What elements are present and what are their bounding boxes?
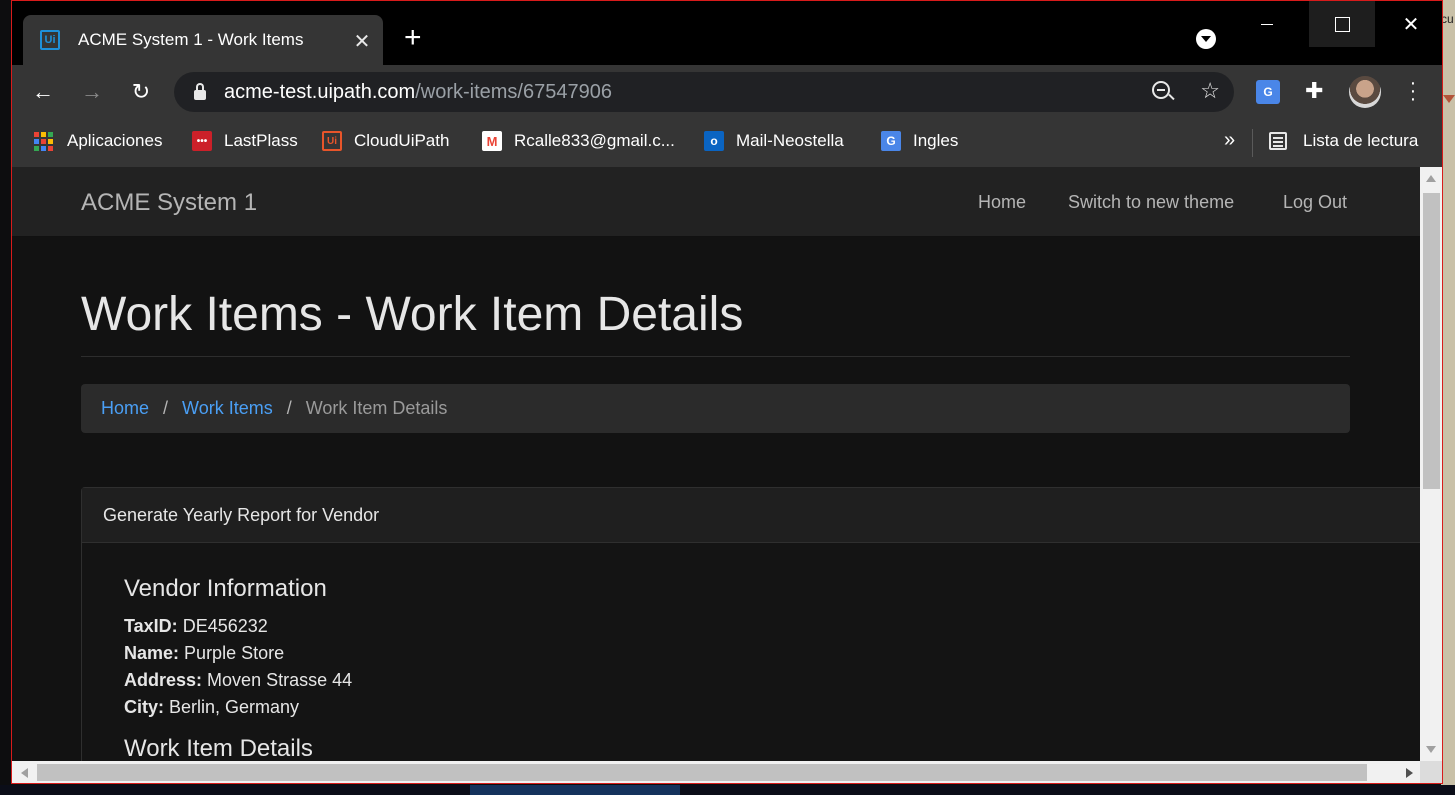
breadcrumb-work-items-link[interactable]: Work Items [182, 398, 273, 419]
bookmark-aplicaciones[interactable]: Aplicaciones [34, 131, 162, 151]
new-tab-plus-icon[interactable]: + [404, 23, 422, 53]
bookmark-gmail[interactable]: M Rcalle833@gmail.c... [482, 131, 675, 151]
nav-logout-link[interactable]: Log Out [1283, 192, 1347, 213]
title-divider [81, 356, 1350, 357]
card-body: Vendor Information TaxID: DE456232 Name:… [82, 575, 1420, 761]
bookmarks-overflow-chevron-icon[interactable]: » [1224, 129, 1235, 152]
browser-menu-kebab-icon[interactable]: · · · [1407, 73, 1419, 109]
tab-title: ACME System 1 - Work Items [78, 30, 304, 49]
lastpass-icon: ••• [192, 131, 212, 151]
field-value: DE456232 [182, 616, 268, 636]
address-bar[interactable]: acme-test.uipath.com/work-items/67547906… [174, 72, 1234, 112]
bookmark-ingles[interactable]: G Ingles [881, 131, 958, 151]
vendor-name: Name: Purple Store [124, 640, 1400, 667]
vendor-taxid: TaxID: DE456232 [124, 613, 1400, 640]
minimize-icon [1261, 23, 1273, 25]
breadcrumb-separator: / [286, 398, 292, 418]
horizontal-scroll-thumb[interactable] [37, 764, 1367, 781]
breadcrumb-home-link[interactable]: Home [101, 398, 149, 419]
window-close-button[interactable]: ✕ [1378, 1, 1442, 47]
lock-icon[interactable] [194, 83, 206, 100]
browser-toolbar: ← → ↻ acme-test.uipath.com/work-items/67… [12, 65, 1442, 119]
apps-grid-icon [34, 131, 53, 151]
card-header: Generate Yearly Report for Vendor [82, 488, 1420, 543]
bookmarks-bar: Aplicaciones ••• LastPlass Ui CloudUiPat… [12, 119, 1442, 167]
field-label: City: [124, 697, 164, 717]
forward-arrow-icon[interactable]: → [78, 79, 106, 105]
tab-search-icon[interactable] [1196, 29, 1216, 49]
tab-acme-work-items[interactable]: Ui ACME System 1 - Work Items ✕ [23, 15, 383, 65]
scroll-up-arrow-icon[interactable] [1426, 175, 1436, 182]
breadcrumb: Home / Work Items / Work Item Details [81, 384, 1350, 433]
reading-list-icon [1269, 132, 1287, 150]
url-text[interactable]: acme-test.uipath.com/work-items/67547906 [224, 81, 612, 104]
scroll-right-arrow-icon[interactable] [1406, 768, 1413, 778]
window-minimize-button[interactable] [1234, 1, 1300, 47]
google-translate-extension-icon[interactable]: G [1256, 80, 1280, 104]
vendor-city: City: Berlin, Germany [124, 694, 1400, 721]
profile-avatar[interactable] [1349, 76, 1381, 108]
desktop-chevron-icon [1443, 95, 1455, 103]
reload-icon[interactable]: ↻ [127, 79, 155, 105]
tab-close-icon[interactable]: ✕ [351, 29, 373, 54]
bookmark-label: CloudUiPath [354, 131, 450, 150]
field-value: Moven Strasse 44 [207, 670, 353, 690]
bookmark-label: LastPlass [224, 131, 298, 150]
site-brand[interactable]: ACME System 1 [81, 189, 257, 217]
reading-list-button[interactable]: Lista de lectura [1269, 131, 1418, 151]
scroll-down-arrow-icon[interactable] [1426, 746, 1436, 753]
bookmark-label: Mail-Neostella [736, 131, 844, 150]
page-viewport: ACME System 1 Home Switch to new theme L… [12, 167, 1420, 761]
horizontal-scrollbar[interactable] [12, 761, 1420, 783]
bookmark-label: Ingles [913, 131, 959, 150]
scrollbar-corner [1420, 761, 1442, 783]
window-maximize-button[interactable] [1309, 1, 1375, 47]
extensions-puzzle-icon[interactable]: ✚ [1305, 78, 1323, 104]
bookmark-clouduipath[interactable]: Ui CloudUiPath [322, 131, 449, 151]
maximize-icon [1334, 16, 1350, 32]
google-translate-icon: G [881, 131, 901, 151]
desktop-background: cu [1441, 0, 1455, 795]
field-value: Purple Store [184, 643, 285, 663]
field-value: Berlin, Germany [169, 697, 300, 717]
nav-home-link[interactable]: Home [978, 192, 1026, 213]
reading-list-label: Lista de lectura [1303, 131, 1419, 150]
site-navbar: ACME System 1 Home Switch to new theme L… [12, 167, 1420, 237]
url-path: /work-items/67547906 [415, 80, 612, 103]
gmail-icon: M [482, 131, 502, 151]
field-label: Name: [124, 643, 180, 663]
zoom-out-icon[interactable] [1152, 81, 1170, 99]
breadcrumb-separator: / [163, 398, 169, 418]
vertical-scroll-thumb[interactable] [1423, 193, 1440, 489]
field-label: Address: [124, 670, 203, 690]
uipath-icon: Ui [322, 131, 342, 151]
vendor-address: Address: Moven Strasse 44 [124, 667, 1400, 694]
desktop-wallpaper-patch [470, 785, 680, 795]
vertical-scrollbar[interactable] [1420, 167, 1442, 761]
field-label: TaxID: [124, 616, 178, 636]
tab-strip: Ui ACME System 1 - Work Items ✕ + ✕ [12, 1, 1442, 65]
bookmark-mail-neostella[interactable]: o Mail-Neostella [704, 131, 844, 151]
scroll-left-arrow-icon[interactable] [21, 768, 28, 778]
nav-switch-theme-link[interactable]: Switch to new theme [1068, 192, 1234, 213]
outlook-icon: o [704, 131, 724, 151]
back-arrow-icon[interactable]: ← [29, 79, 57, 105]
url-host: acme-test.uipath.com [224, 80, 416, 103]
browser-window: Ui ACME System 1 - Work Items ✕ + ✕ ← → … [11, 0, 1443, 784]
bookmark-lastpass[interactable]: ••• LastPlass [192, 131, 298, 151]
vendor-info-title: Vendor Information [124, 575, 327, 602]
page-title: Work Items - Work Item Details [81, 288, 744, 341]
uipath-favicon-icon: Ui [40, 30, 60, 50]
work-item-card: Generate Yearly Report for Vendor Vendor… [81, 487, 1420, 761]
work-item-details-title: Work Item Details [124, 735, 313, 761]
bookmarks-divider [1252, 129, 1253, 157]
bookmark-label: Rcalle833@gmail.c... [514, 131, 675, 150]
bookmark-label: Aplicaciones [67, 131, 163, 150]
bookmark-star-icon[interactable]: ☆ [1200, 78, 1220, 104]
desktop-taskbar-edge [0, 785, 1455, 795]
breadcrumb-current: Work Item Details [305, 398, 448, 418]
